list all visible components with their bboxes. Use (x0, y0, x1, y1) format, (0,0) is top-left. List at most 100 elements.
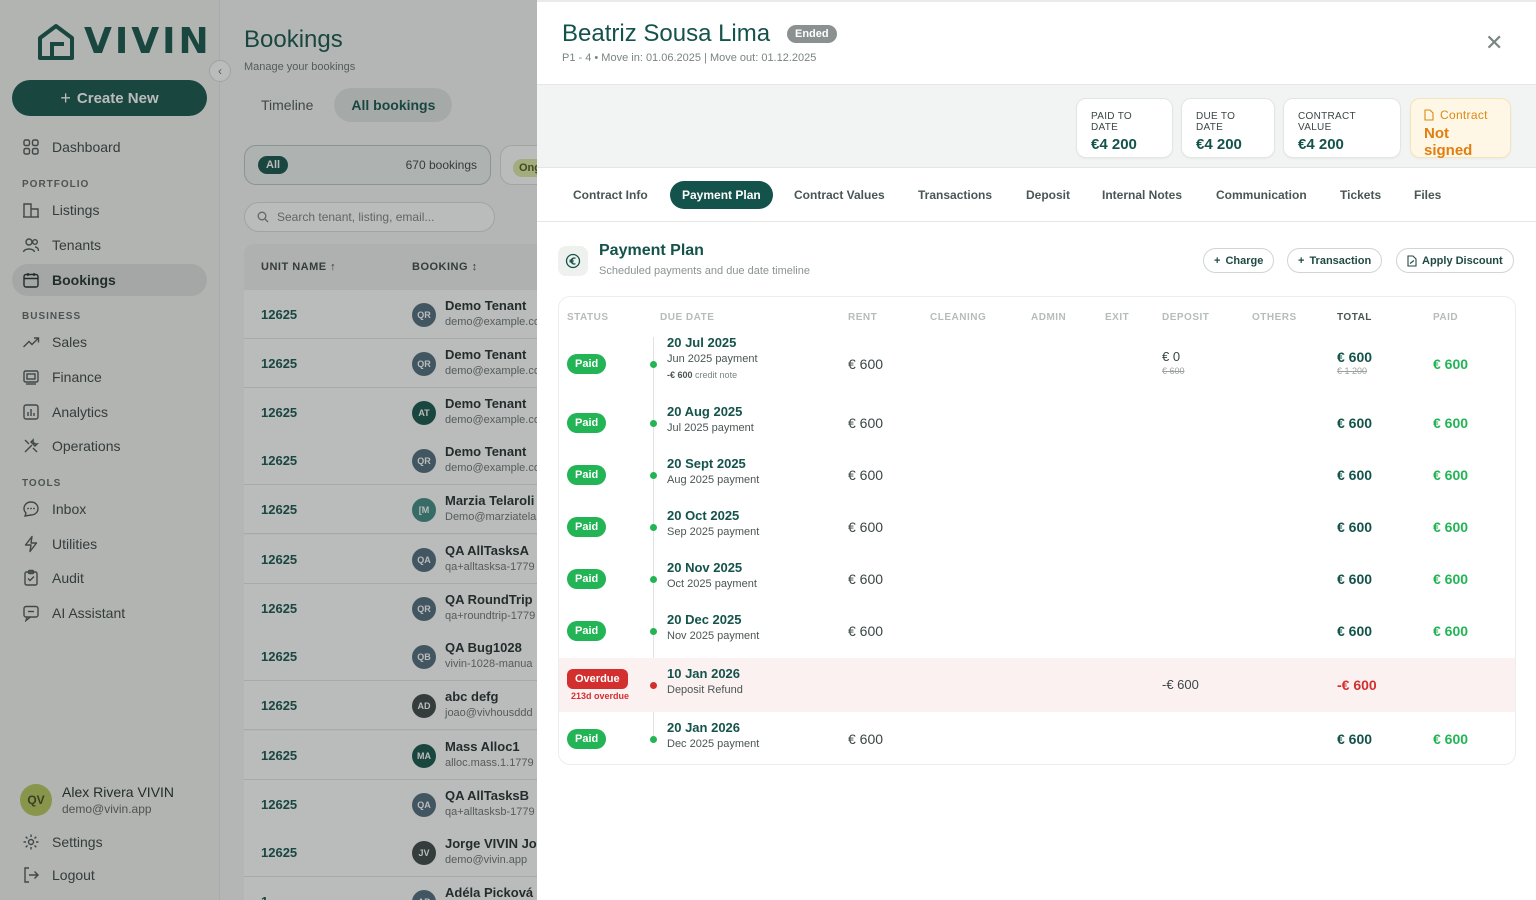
status-badge-overdue: Overdue (567, 669, 628, 689)
status-badge-paid: Paid (567, 465, 607, 485)
euro-icon (558, 246, 588, 276)
due-description: Jul 2025 payment (667, 422, 754, 434)
charge-button[interactable]: + Charge (1203, 248, 1275, 273)
total-amount: € 600 (1337, 415, 1373, 431)
due-description: Deposit Refund (667, 684, 743, 696)
deposit-amount: -€ 600 (1162, 677, 1199, 692)
due-description: Sep 2025 payment (667, 526, 760, 538)
drawer-tabs: Contract Info Payment Plan Contract Valu… (537, 168, 1536, 222)
tab-tickets[interactable]: Tickets (1340, 181, 1381, 209)
contract-signed-card[interactable]: Contract Not signed (1410, 98, 1511, 159)
tab-deposit[interactable]: Deposit (1026, 181, 1070, 209)
total-amount: -€ 600 (1337, 677, 1377, 693)
due-date: 20 Oct 2025 (667, 508, 740, 523)
due-description: Oct 2025 payment (667, 578, 757, 590)
paid-amount: € 600 (1433, 415, 1469, 431)
document-icon (1424, 109, 1434, 121)
tab-internal-notes[interactable]: Internal Notes (1102, 181, 1182, 209)
transaction-button[interactable]: + Transaction (1287, 248, 1383, 273)
booking-detail-drawer: Beatriz Sousa Lima Ended P1 - 4 • Move i… (537, 0, 1536, 900)
close-icon[interactable]: ✕ (1485, 32, 1503, 54)
booking-meta: P1 - 4 • Move in: 01.06.2025 | Move out:… (562, 52, 817, 64)
due-to-date-card: DUE TO DATE €4 200 (1181, 98, 1275, 158)
due-description: Aug 2025 payment (667, 474, 760, 486)
status-badge-paid: Paid (567, 621, 607, 641)
timeline-dot (650, 361, 657, 368)
tab-contract-values[interactable]: Contract Values (794, 181, 885, 209)
timeline-dot (650, 682, 657, 689)
col-rent: RENT (848, 312, 878, 323)
payment-row[interactable]: Paid 20 Jul 2025 Jun 2025 payment -€ 600 cr… (559, 333, 1515, 392)
rent-amount: € 600 (848, 467, 884, 483)
tab-payment-plan[interactable]: Payment Plan (670, 181, 773, 209)
payment-row[interactable]: Overdue 213d overdue 10 Jan 2026 Deposit Re… (559, 658, 1515, 712)
contract-value-value: €4 200 (1298, 136, 1344, 153)
credit-amount: -€ 600 (667, 370, 693, 380)
total-amount: € 600 (1337, 571, 1373, 587)
due-description: Jun 2025 payment (667, 353, 758, 365)
overdue-days: 213d overdue (571, 691, 630, 701)
total-amount: € 600 (1337, 519, 1373, 535)
deposit-original: € 600 (1162, 366, 1185, 376)
payment-plan-table: STATUS DUE DATE RENT CLEANING ADMIN EXIT… (558, 296, 1516, 765)
col-exit: EXIT (1105, 312, 1130, 323)
timeline-dot (650, 576, 657, 583)
due-date: 10 Jan 2026 (667, 666, 741, 681)
due-description: Dec 2025 payment (667, 738, 760, 750)
rent-amount: € 600 (848, 731, 884, 747)
contract-value-card: CONTRACT VALUE €4 200 (1283, 98, 1401, 158)
timeline-dot (650, 472, 657, 479)
payment-row[interactable]: Paid 20 Dec 2025 Nov 2025 payment € 600 € 60… (559, 603, 1515, 655)
paid-amount: € 600 (1433, 519, 1469, 535)
section-subtitle: Scheduled payments and due date timeline (599, 265, 810, 277)
due-date: 20 Jan 2026 (667, 720, 741, 735)
col-cleaning: CLEANING (930, 312, 987, 323)
paid-amount: € 600 (1433, 731, 1469, 747)
credit-note: -€ 600 credit note (667, 370, 737, 380)
paid-amount: € 600 (1433, 623, 1469, 639)
payment-row[interactable]: Paid 20 Aug 2025 Jul 2025 payment € 600 € 60… (559, 392, 1515, 447)
total-original: € 1 200 (1337, 366, 1368, 376)
status-badge-paid: Paid (567, 569, 607, 589)
apply-discount-button[interactable]: Apply Discount (1396, 248, 1514, 273)
contract-value-label: CONTRACT VALUE (1298, 111, 1356, 133)
charge-label: Charge (1225, 254, 1264, 267)
status-badge: Ended (787, 25, 837, 43)
timeline-dot (650, 628, 657, 635)
due-date: 20 Aug 2025 (667, 404, 743, 419)
rent-amount: € 600 (848, 415, 884, 431)
transaction-label: Transaction (1309, 254, 1372, 267)
rent-amount: € 600 (848, 623, 884, 639)
modal-backdrop[interactable] (0, 0, 537, 900)
timeline-dot (650, 736, 657, 743)
payment-row[interactable]: Paid 20 Sept 2025 Aug 2025 payment € 600 € 6… (559, 447, 1515, 499)
total-amount: € 600 (1337, 349, 1373, 365)
payment-row[interactable]: Paid 20 Jan 2026 Dec 2025 payment € 600 € 60… (559, 712, 1515, 765)
paid-amount: € 600 (1433, 467, 1469, 483)
tab-communication[interactable]: Communication (1216, 181, 1307, 209)
status-badge-paid: Paid (567, 517, 607, 537)
due-date: 20 Jul 2025 (667, 335, 737, 350)
col-others: OTHERS (1252, 312, 1297, 323)
col-total: TOTAL (1337, 312, 1372, 323)
contract-signed-label: Contract (1424, 108, 1497, 122)
due-to-date-label: DUE TO DATE (1196, 111, 1236, 133)
rent-amount: € 600 (848, 519, 884, 535)
tab-contract-info[interactable]: Contract Info (573, 181, 648, 209)
paid-to-date-card: PAID TO DATE €4 200 (1076, 98, 1173, 158)
total-amount: € 600 (1337, 731, 1373, 747)
credit-label: credit note (695, 370, 738, 380)
col-paid: PAID (1433, 312, 1459, 323)
tenant-name: Beatriz Sousa Lima (562, 20, 771, 47)
tab-transactions[interactable]: Transactions (918, 181, 992, 209)
total-amount: € 600 (1337, 467, 1373, 483)
tab-files[interactable]: Files (1414, 181, 1441, 209)
paid-to-date-value: €4 200 (1091, 136, 1137, 153)
rent-amount: € 600 (848, 356, 884, 372)
payment-row[interactable]: Paid 20 Nov 2025 Oct 2025 payment € 600 € 60… (559, 551, 1515, 603)
col-due-date: DUE DATE (660, 312, 715, 323)
status-badge-paid: Paid (567, 729, 607, 749)
summary-cards: PAID TO DATE €4 200 DUE TO DATE €4 200 C… (537, 84, 1536, 168)
discount-document-icon (1407, 254, 1417, 267)
payment-row[interactable]: Paid 20 Oct 2025 Sep 2025 payment € 600 € 60… (559, 499, 1515, 551)
